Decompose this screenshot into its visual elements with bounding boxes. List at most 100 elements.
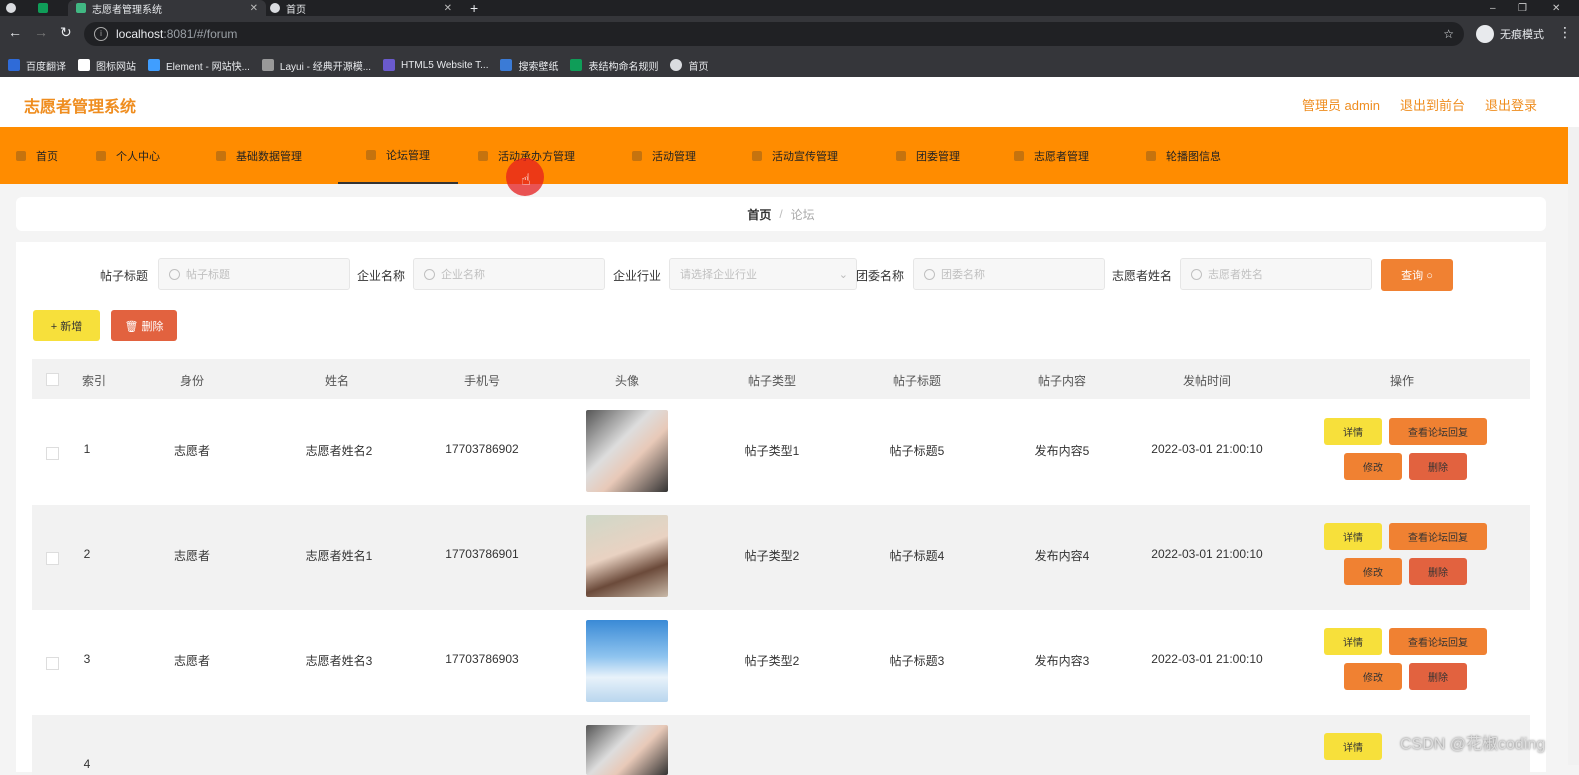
cell-index: 4: [83, 757, 91, 771]
incognito-label: 无痕模式: [1500, 29, 1544, 41]
bookmark-item[interactable]: 百度翻译: [8, 58, 66, 73]
bookmark-label: 百度翻译: [26, 61, 66, 73]
detail-button[interactable]: 详情: [1324, 733, 1382, 760]
watermark: CSDN @花椒coding: [1400, 736, 1546, 753]
to-front-link[interactable]: 退出到前台: [1400, 95, 1465, 114]
content-panel: 帖子标题 帖子标题 企业名称 企业名称 企业行业 请选择企业行业 ⌄ 团委名称 团…: [16, 242, 1546, 775]
detail-button[interactable]: 详情: [1324, 628, 1382, 655]
column-header: 帖子内容: [1037, 374, 1086, 388]
bookmark-label: 图标网站: [96, 61, 136, 73]
logout-link[interactable]: 退出登录: [1485, 95, 1537, 114]
batch-delete-button[interactable]: 🗑 删除: [111, 310, 177, 341]
avatar-image[interactable]: [586, 620, 668, 702]
bookmark-item[interactable]: Element - 网站快...: [148, 58, 250, 73]
avatar-image[interactable]: [586, 725, 668, 775]
star-icon[interactable]: ☆: [1443, 27, 1454, 41]
browser-tab-active[interactable]: 志愿者管理系统 ✕: [68, 0, 266, 16]
browser-tab[interactable]: 首页 ✕: [270, 0, 460, 16]
row-checkbox[interactable]: [46, 552, 59, 565]
menu-label: 基础数据管理: [236, 150, 302, 163]
close-icon[interactable]: ✕: [250, 3, 258, 14]
close-icon[interactable]: ✕: [444, 3, 452, 14]
search-icon: [424, 268, 435, 280]
breadcrumb-home[interactable]: 首页: [747, 206, 771, 223]
browser-tab[interactable]: [6, 0, 28, 16]
menu-item-home[interactable]: 首页: [16, 127, 58, 184]
cell-type: 帖子类型2: [744, 549, 800, 563]
detail-button[interactable]: 详情: [1324, 418, 1382, 445]
main-menu: 首页 个人中心 基础数据管理 论坛管理 活动承办方管理 活动管理 活动宣传管理 …: [0, 127, 1568, 184]
bookmark-item[interactable]: HTML5 Website T...: [383, 59, 488, 71]
delete-button[interactable]: 删除: [1409, 663, 1467, 690]
bookmark-item[interactable]: 表结构命名规则: [570, 58, 658, 73]
bookmark-item[interactable]: 首页: [670, 58, 708, 73]
post-title-input[interactable]: 帖子标题: [158, 258, 350, 290]
add-button[interactable]: + 新增: [33, 310, 100, 341]
cell-time: 2022-03-01 21:00:10: [1151, 442, 1263, 456]
url-input[interactable]: i localhost:8081/#/forum ☆: [84, 22, 1464, 46]
edit-button[interactable]: 修改: [1344, 558, 1402, 585]
new-tab-button[interactable]: +: [470, 0, 490, 16]
edit-button[interactable]: 修改: [1344, 663, 1402, 690]
incognito-badge[interactable]: 无痕模式: [1476, 25, 1544, 43]
view-replies-button[interactable]: 查看论坛回复: [1389, 523, 1487, 550]
home-icon: [16, 150, 26, 161]
close-window-icon[interactable]: ✕: [1552, 0, 1560, 16]
company-name-input[interactable]: 企业名称: [413, 258, 605, 290]
row-checkbox[interactable]: [46, 657, 59, 670]
select-all-checkbox[interactable]: [46, 373, 59, 386]
restore-icon[interactable]: ❐: [1518, 0, 1527, 16]
menu-item-volunteer[interactable]: 志愿者管理: [1014, 127, 1089, 184]
minimize-icon[interactable]: –: [1490, 0, 1496, 16]
menu-item-base-data[interactable]: 基础数据管理: [216, 127, 302, 184]
cell-phone: 17703786901: [445, 547, 519, 561]
menu-item-promotion[interactable]: 活动宣传管理: [752, 127, 838, 184]
reload-icon[interactable]: ↻: [60, 24, 72, 41]
league-name-input[interactable]: 团委名称: [913, 258, 1105, 290]
info-icon[interactable]: i: [94, 27, 108, 41]
tab-title: 首页: [286, 4, 306, 16]
menu-label: 个人中心: [116, 150, 160, 163]
industry-select[interactable]: 请选择企业行业 ⌄: [669, 258, 857, 290]
organizer-icon: [478, 150, 488, 161]
promotion-icon: [752, 150, 762, 161]
column-header: 发帖时间: [1182, 374, 1231, 388]
search-icon: [1191, 268, 1202, 280]
menu-item-profile[interactable]: 个人中心: [96, 127, 160, 184]
volunteer-name-input[interactable]: 志愿者姓名: [1180, 258, 1372, 290]
menu-item-activity[interactable]: 活动管理: [632, 127, 696, 184]
cell-content: 发布内容5: [1034, 444, 1090, 458]
menu-item-forum[interactable]: 论坛管理: [338, 127, 458, 184]
more-icon[interactable]: ⋮: [1558, 24, 1572, 41]
back-icon[interactable]: ←: [8, 24, 22, 40]
page-scrollbar[interactable]: [1568, 77, 1579, 765]
menu-item-carousel[interactable]: 轮播图信息: [1146, 127, 1221, 184]
view-replies-button[interactable]: 查看论坛回复: [1389, 628, 1487, 655]
cell-title: 帖子标题5: [889, 444, 945, 458]
bookmark-item[interactable]: 图标网站: [78, 58, 136, 73]
bookmark-item[interactable]: Layui - 经典开源模...: [261, 58, 371, 73]
column-header: 手机号: [463, 374, 500, 388]
avatar-image[interactable]: [586, 515, 668, 597]
detail-button[interactable]: 详情: [1324, 523, 1382, 550]
delete-button[interactable]: 删除: [1409, 453, 1467, 480]
query-button[interactable]: 查询 ○: [1381, 259, 1453, 291]
avatar-image[interactable]: [586, 410, 668, 492]
url-host: localhost: [116, 27, 164, 41]
element-icon: [148, 59, 160, 71]
row-checkbox[interactable]: [46, 447, 59, 460]
table-row: 4 详情: [32, 715, 1530, 775]
edit-button[interactable]: 修改: [1344, 453, 1402, 480]
forward-icon[interactable]: →: [34, 24, 48, 40]
cell-role: 志愿者: [173, 654, 210, 668]
bookmark-item[interactable]: 搜索壁纸: [500, 58, 558, 73]
menu-item-league[interactable]: 团委管理: [896, 127, 960, 184]
delete-button[interactable]: 删除: [1409, 558, 1467, 585]
cell-type: 帖子类型1: [744, 444, 800, 458]
browser-tab[interactable]: [38, 0, 60, 16]
column-header: 姓名: [324, 374, 349, 388]
search-form: 帖子标题 帖子标题 企业名称 企业名称 企业行业 请选择企业行业 ⌄ 团委名称 团…: [16, 258, 1546, 292]
column-header: 操作: [1389, 374, 1414, 388]
view-replies-button[interactable]: 查看论坛回复: [1389, 418, 1487, 445]
menu-label: 活动宣传管理: [772, 150, 838, 163]
